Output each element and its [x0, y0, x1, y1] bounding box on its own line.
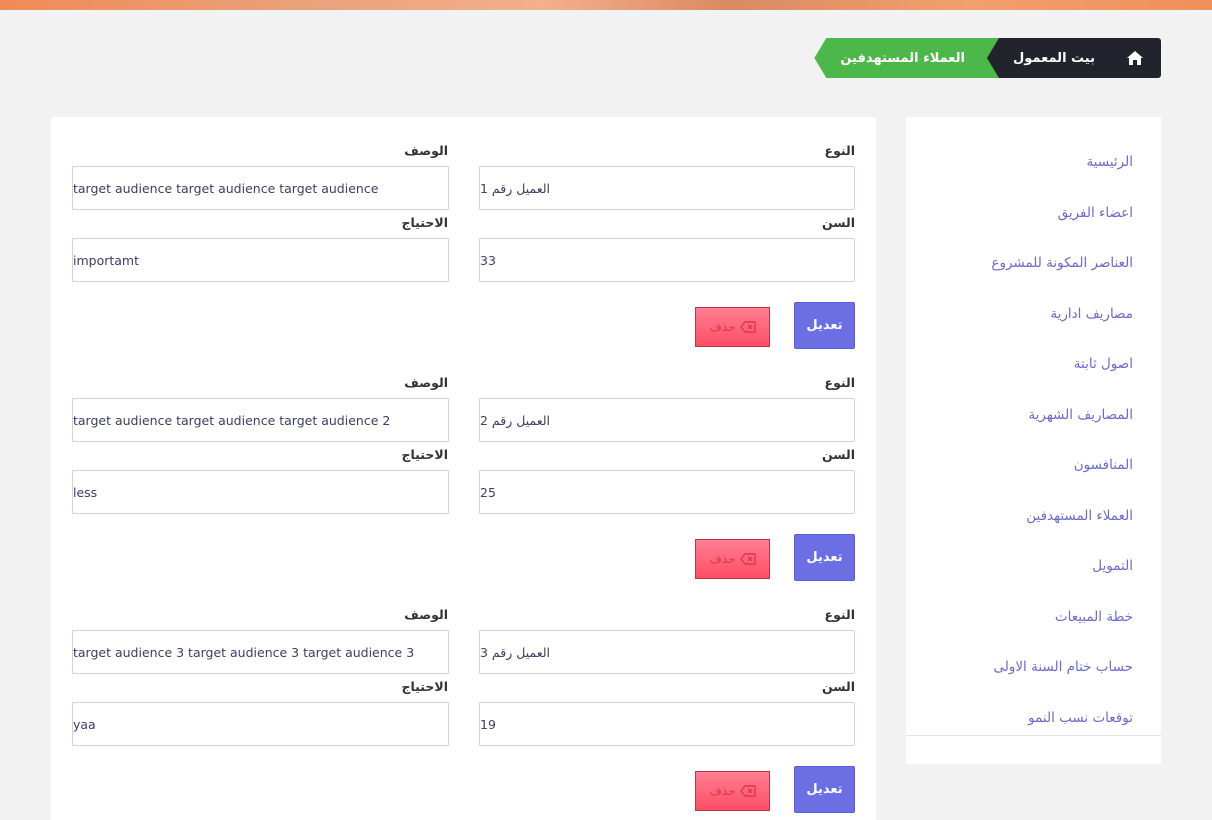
breadcrumb-home[interactable]: [1109, 38, 1161, 78]
description-field[interactable]: target audience target audience target a…: [72, 166, 449, 210]
backspace-icon: [739, 553, 756, 565]
delete-button[interactable]: حذف: [695, 307, 770, 347]
type-field[interactable]: العميل رقم 1: [479, 166, 855, 210]
age-field[interactable]: 25: [479, 470, 855, 514]
type-label: النوع: [824, 607, 855, 622]
description-label: الوصف: [404, 607, 448, 622]
record-card: النوع الوصف العميل رقم 3 target audience…: [51, 581, 876, 813]
sidebar: الرئيسية اعضاء الفريق العناصر المكونة لل…: [906, 117, 1161, 764]
breadcrumb-item-current: العملاء المستهدفين: [814, 38, 999, 78]
need-field[interactable]: importamt: [72, 238, 449, 282]
description-label: الوصف: [404, 143, 448, 158]
type-label: النوع: [824, 375, 855, 390]
record-card: النوع الوصف العميل رقم 1 target audience…: [51, 117, 876, 349]
breadcrumb-item-label: بيت المعمول: [1012, 50, 1095, 66]
backspace-icon: [739, 785, 756, 797]
sidebar-item-team[interactable]: اعضاء الفريق: [906, 188, 1161, 239]
sidebar-item-components[interactable]: العناصر المكونة للمشروع: [906, 238, 1161, 289]
backspace-icon: [739, 321, 756, 333]
description-field[interactable]: target audience target audience target a…: [72, 398, 449, 442]
need-field[interactable]: yaa: [72, 702, 449, 746]
sidebar-item-funding[interactable]: التمويل: [906, 541, 1161, 592]
delete-label: حذف: [709, 552, 736, 566]
sidebar-item-admin-expenses[interactable]: مصاريف ادارية: [906, 289, 1161, 340]
age-field[interactable]: 33: [479, 238, 855, 282]
need-label: الاحتياج: [401, 679, 448, 694]
breadcrumb: بيت المعمول العملاء المستهدفين: [814, 38, 1161, 78]
sidebar-item-competitors[interactable]: المنافسون: [906, 440, 1161, 491]
delete-button[interactable]: حذف: [695, 539, 770, 579]
breadcrumb-item-project[interactable]: بيت المعمول: [986, 38, 1121, 78]
home-icon: [1127, 51, 1143, 65]
delete-label: حذف: [709, 320, 736, 334]
edit-button[interactable]: تعديل: [794, 302, 855, 349]
age-label: السن: [822, 447, 855, 462]
record-card: النوع الوصف العميل رقم 2 target audience…: [51, 349, 876, 581]
age-label: السن: [822, 215, 855, 230]
edit-button[interactable]: تعديل: [794, 766, 855, 813]
sidebar-item-home[interactable]: الرئيسية: [906, 137, 1161, 188]
age-label: السن: [822, 679, 855, 694]
breadcrumb-item-label: العملاء المستهدفين: [840, 50, 965, 66]
sidebar-item-year-end[interactable]: حساب ختام السنة الاولى: [906, 642, 1161, 693]
need-label: الاحتياج: [401, 447, 448, 462]
edit-button[interactable]: تعديل: [794, 534, 855, 581]
age-field[interactable]: 19: [479, 702, 855, 746]
delete-button[interactable]: حذف: [695, 771, 770, 811]
delete-label: حذف: [709, 784, 736, 798]
main-panel: النوع الوصف العميل رقم 1 target audience…: [51, 117, 876, 820]
sidebar-item-target-customers[interactable]: العملاء المستهدفين: [906, 491, 1161, 542]
need-field[interactable]: less: [72, 470, 449, 514]
description-label: الوصف: [404, 375, 448, 390]
description-field[interactable]: target audience 3 target audience 3 targ…: [72, 630, 449, 674]
need-label: الاحتياج: [401, 215, 448, 230]
sidebar-item-monthly-expenses[interactable]: المصاريف الشهرية: [906, 390, 1161, 441]
sidebar-divider: [906, 735, 1161, 736]
type-label: النوع: [824, 143, 855, 158]
sidebar-item-fixed-assets[interactable]: اصول ثابتة: [906, 339, 1161, 390]
type-field[interactable]: العميل رقم 3: [479, 630, 855, 674]
sidebar-item-sales-plan[interactable]: خطة المبيعات: [906, 592, 1161, 643]
type-field[interactable]: العميل رقم 2: [479, 398, 855, 442]
top-banner-image: [0, 0, 1212, 10]
